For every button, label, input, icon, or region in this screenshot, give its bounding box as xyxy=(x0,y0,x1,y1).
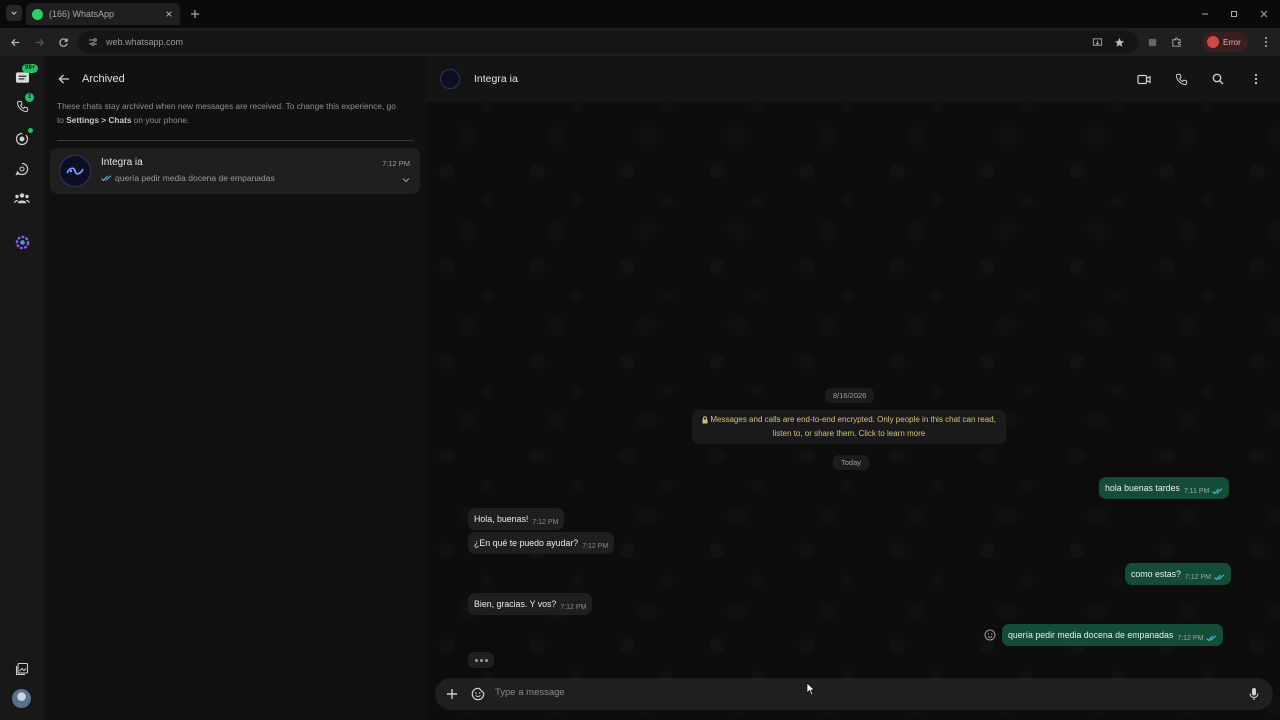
read-ticks-icon xyxy=(1212,487,1223,495)
install-app-icon[interactable] xyxy=(1089,34,1105,50)
message-text: hola buenas tardes xyxy=(1105,483,1180,493)
address-bar[interactable]: web.whatsapp.com xyxy=(78,31,1138,53)
chat-preview: quería pedir media docena de empanadas xyxy=(101,173,275,183)
forward-icon[interactable] xyxy=(31,34,47,50)
message-time: 7:11 PM xyxy=(1183,487,1210,495)
chat-list-item[interactable]: Integra ia 7:12 PM quería pedir media do… xyxy=(50,148,420,194)
back-icon[interactable] xyxy=(7,34,23,50)
message-text: ¿En qué te puedo ayudar? xyxy=(474,538,579,548)
meta-ai-icon[interactable] xyxy=(12,232,32,252)
close-tab-icon[interactable] xyxy=(162,7,176,21)
message-outgoing[interactable]: como estas? 7:12 PM xyxy=(1125,563,1231,585)
emoji-reaction-icon[interactable] xyxy=(983,628,997,642)
typing-indicator xyxy=(468,652,494,668)
bookmark-star-icon[interactable] xyxy=(1111,34,1127,50)
contact-name[interactable]: Integra ia xyxy=(474,73,518,85)
divider xyxy=(57,140,413,141)
message-text: quería pedir media docena de empanadas xyxy=(1008,630,1174,640)
read-ticks-icon xyxy=(101,174,112,182)
search-icon[interactable] xyxy=(1210,71,1226,87)
browser-tab-strip: (166) WhatsApp xyxy=(0,0,1280,28)
status-update-dot xyxy=(28,128,33,133)
message-composer: Type a message xyxy=(435,678,1273,710)
archived-panel: Archived These chats stay archived when … xyxy=(44,56,427,720)
browser-tab-whatsapp[interactable]: (166) WhatsApp xyxy=(26,3,180,25)
menu-icon[interactable] xyxy=(1248,71,1264,87)
settings-path-text: Settings > Chats xyxy=(66,114,132,125)
close-window-icon[interactable] xyxy=(1256,6,1272,22)
sticker-emoji-icon[interactable] xyxy=(470,686,486,702)
tab-title: (166) WhatsApp xyxy=(49,9,115,19)
restore-icon[interactable] xyxy=(1226,6,1242,22)
conversation-header[interactable]: Integra ia xyxy=(427,56,1280,102)
media-gallery-icon[interactable] xyxy=(12,659,32,679)
navigation-rail: 99+ 1 xyxy=(0,56,44,720)
back-arrow-icon[interactable] xyxy=(56,71,72,87)
today-divider: Today xyxy=(833,455,870,470)
mouse-cursor-icon xyxy=(806,682,816,696)
chats-unread-badge: 99+ xyxy=(22,64,39,73)
message-time: 7:12 PM xyxy=(560,603,587,611)
minimize-icon[interactable] xyxy=(1197,6,1213,22)
whatsapp-app: 99+ 1 Archived These chats stay archived… xyxy=(0,56,1280,720)
archived-info-text: These chats stay archived when new messa… xyxy=(57,100,397,127)
read-ticks-icon xyxy=(1214,573,1225,581)
microphone-icon[interactable] xyxy=(1246,686,1262,702)
reload-icon[interactable] xyxy=(55,34,71,50)
message-text: Bien, gracias. Y vos? xyxy=(474,599,557,609)
message-time: 7:12 PM xyxy=(1184,573,1211,581)
communities-icon[interactable] xyxy=(12,188,32,208)
message-incoming[interactable]: Bien, gracias. Y vos? 7:12 PM xyxy=(468,593,593,615)
message-text: Hola, buenas! xyxy=(474,514,529,524)
profile-error-button[interactable]: Error xyxy=(1202,32,1248,52)
profile-avatar-icon xyxy=(1207,36,1219,48)
channels-icon[interactable] xyxy=(12,159,32,179)
note-text-end: on your phone. xyxy=(131,114,190,125)
date-divider: 8/16/2026 xyxy=(825,388,875,403)
url-text: web.whatsapp.com xyxy=(106,37,184,47)
chat-name: Integra ia xyxy=(101,157,143,168)
message-time: 7:12 PM xyxy=(1177,634,1204,642)
profile-status-text: Error xyxy=(1223,37,1241,47)
chat-time: 7:12 PM xyxy=(382,159,410,168)
encryption-notice-text: Messages and calls are end-to-end encryp… xyxy=(710,415,996,438)
read-ticks-icon xyxy=(1206,634,1217,642)
video-call-icon[interactable] xyxy=(1136,71,1152,87)
browser-toolbar: web.whatsapp.com Error xyxy=(0,28,1280,56)
message-outgoing[interactable]: quería pedir media docena de empanadas 7… xyxy=(1002,624,1224,646)
message-outgoing[interactable]: hola buenas tardes 7:11 PM xyxy=(1099,477,1230,499)
conversation-panel: Integra ia 8/16/2026 Messages and calls … xyxy=(427,56,1280,720)
archived-title: Archived xyxy=(82,73,125,85)
message-time: 7:12 PM xyxy=(532,518,559,526)
site-info-icon[interactable] xyxy=(88,37,98,47)
chat-preview-text: quería pedir media docena de empanadas xyxy=(115,173,275,183)
calls-badge: 1 xyxy=(25,93,35,102)
encryption-notice[interactable]: Messages and calls are end-to-end encryp… xyxy=(692,410,1006,444)
extensions-puzzle-icon[interactable] xyxy=(1168,34,1184,50)
message-input[interactable]: Type a message xyxy=(495,687,565,698)
contact-header-avatar[interactable] xyxy=(440,69,460,89)
archived-header: Archived xyxy=(44,56,427,102)
voice-call-icon[interactable] xyxy=(1173,71,1189,87)
extension-icon[interactable] xyxy=(1144,34,1160,50)
lock-icon xyxy=(702,416,708,424)
new-tab-icon[interactable] xyxy=(187,6,203,22)
profile-avatar[interactable] xyxy=(12,689,31,708)
attach-plus-icon[interactable] xyxy=(444,686,460,702)
whatsapp-favicon-icon xyxy=(32,8,43,20)
contact-avatar xyxy=(59,155,91,187)
chevron-down-icon[interactable] xyxy=(401,175,411,185)
browser-menu-icon[interactable] xyxy=(1258,34,1274,50)
message-incoming[interactable]: Hola, buenas! 7:12 PM xyxy=(468,508,565,530)
tab-search-icon[interactable] xyxy=(6,5,22,21)
message-text: como estas? xyxy=(1131,569,1181,579)
message-incoming[interactable]: ¿En qué te puedo ayudar? 7:12 PM xyxy=(468,532,615,554)
message-time: 7:12 PM xyxy=(582,542,609,550)
